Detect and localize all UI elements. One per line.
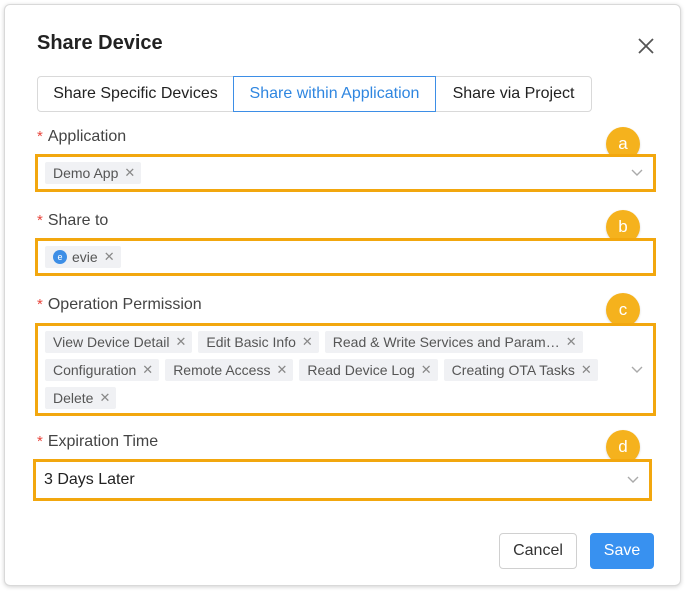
chevron-down-icon[interactable] (627, 476, 639, 484)
required-mark: * (37, 212, 43, 229)
annotation-badge-c: c (606, 293, 640, 327)
tab-share-specific-devices[interactable]: Share Specific Devices (37, 76, 234, 112)
dialog-title: Share Device (37, 32, 163, 54)
tag: Read Device Log ✕ (299, 359, 438, 381)
expiration-time-value: 3 Days Later (44, 471, 135, 488)
share-to-tags: e evie ✕ (45, 241, 623, 273)
tag: Read & Write Services and Param… ✕ (324, 331, 583, 353)
tag: View Device Detail ✕ (45, 331, 193, 353)
tag-close-icon[interactable]: ✕ (124, 165, 135, 181)
share-to-label: * Share to (37, 212, 108, 230)
expiration-time-label-text: Expiration Time (47, 433, 159, 450)
tag: Demo App ✕ (45, 162, 142, 184)
save-button[interactable]: Save (590, 533, 654, 569)
tag-label: Configuration (53, 362, 137, 378)
close-icon[interactable] (633, 33, 659, 59)
tag-close-icon[interactable]: ✕ (142, 362, 153, 378)
tab-share-via-project[interactable]: Share via Project (435, 76, 592, 112)
tag-close-icon[interactable]: ✕ (421, 362, 432, 378)
application-tags: Demo App ✕ (45, 157, 623, 189)
expiration-time-select[interactable]: 3 Days Later (33, 459, 652, 501)
tag-label: View Device Detail (53, 334, 170, 350)
tag-close-icon[interactable]: ✕ (99, 390, 110, 406)
tag-close-icon[interactable]: ✕ (581, 362, 592, 378)
share-to-select[interactable]: e evie ✕ (35, 238, 656, 276)
tag-close-icon[interactable]: ✕ (104, 249, 115, 265)
tag-label: Read Device Log (307, 362, 415, 378)
tag-label: evie (72, 249, 98, 265)
operation-permission-label-text: Operation Permission (47, 296, 202, 313)
avatar: e (53, 250, 67, 264)
share-to-label-text: Share to (47, 212, 109, 229)
expiration-time-label: * Expiration Time (37, 433, 158, 451)
tag-label: Edit Basic Info (206, 334, 296, 350)
tag-close-icon[interactable]: ✕ (175, 334, 186, 350)
tag: Remote Access ✕ (165, 359, 294, 381)
cancel-button[interactable]: Cancel (499, 533, 577, 569)
tag-label: Remote Access (173, 362, 271, 378)
tag-label: Creating OTA Tasks (451, 362, 575, 378)
tag-close-icon[interactable]: ✕ (566, 334, 577, 350)
required-mark: * (37, 128, 43, 145)
tag: Edit Basic Info ✕ (198, 331, 319, 353)
tag: e evie ✕ (45, 246, 121, 268)
share-mode-tabs: Share Specific Devices Share within Appl… (37, 76, 592, 112)
tag-label: Demo App (53, 165, 119, 181)
operation-permission-select[interactable]: View Device Detail ✕ Edit Basic Info ✕ Rea… (35, 323, 656, 416)
tag-label: Delete (53, 390, 94, 406)
operation-permission-label: * Operation Permission (37, 296, 202, 314)
tag: Configuration ✕ (45, 359, 160, 381)
operation-permission-tags: View Device Detail ✕ Edit Basic Info ✕ Rea… (45, 328, 623, 412)
required-mark: * (37, 296, 43, 313)
application-select[interactable]: Demo App ✕ (35, 154, 656, 192)
tab-share-within-application[interactable]: Share within Application (233, 76, 436, 112)
tag-label: Read & Write Services and Param… (332, 334, 560, 350)
tag-close-icon[interactable]: ✕ (302, 334, 313, 350)
tag: Creating OTA Tasks ✕ (443, 359, 598, 381)
tab-label: Share Specific Devices (53, 85, 218, 102)
tag: Delete ✕ (45, 387, 117, 409)
tab-label: Share within Application (249, 85, 420, 102)
chevron-down-icon[interactable] (631, 169, 643, 177)
tag-close-icon[interactable]: ✕ (276, 362, 287, 378)
required-mark: * (37, 433, 43, 450)
share-device-dialog: Share Device Share Specific Devices Shar… (4, 4, 681, 586)
application-label-text: Application (47, 128, 127, 145)
application-label: * Application (37, 128, 126, 146)
tab-label: Share via Project (452, 85, 575, 102)
chevron-down-icon[interactable] (631, 366, 643, 374)
